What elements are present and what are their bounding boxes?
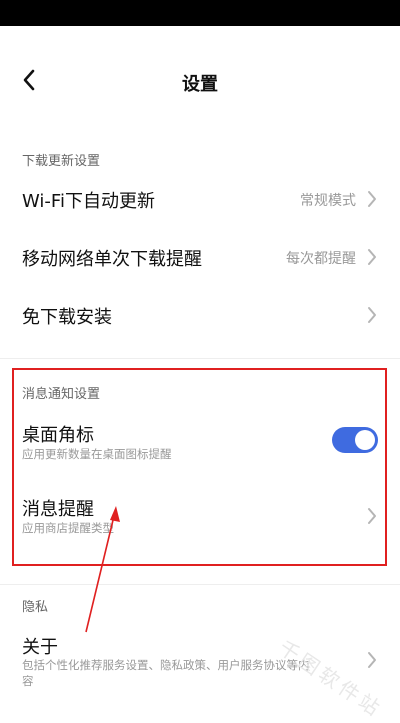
chevron-right-icon bbox=[366, 247, 378, 267]
setting-description: 包括个性化推荐服务设置、隐私政策、用户服务协议等内 bbox=[22, 658, 310, 672]
section-divider bbox=[0, 584, 400, 585]
setting-label: 免下载安装 bbox=[22, 307, 112, 328]
chevron-right-icon bbox=[366, 305, 378, 325]
setting-description-cont: 容 bbox=[22, 674, 34, 688]
setting-mobile-download-reminder[interactable]: 移动网络单次下载提醒 每次都提醒 bbox=[0, 234, 400, 280]
chevron-right-icon bbox=[366, 189, 378, 209]
setting-wifi-auto-update[interactable]: Wi-Fi下自动更新 常规模式 bbox=[0, 176, 400, 222]
section-title-download: 下载更新设置 bbox=[22, 154, 101, 169]
status-bar bbox=[0, 0, 400, 26]
chevron-right-icon bbox=[366, 650, 378, 670]
page-title: 设置 bbox=[182, 74, 218, 95]
setting-label: Wi-Fi下自动更新 bbox=[22, 191, 155, 212]
header: 设置 bbox=[0, 26, 400, 136]
section-title-privacy: 隐私 bbox=[22, 600, 49, 615]
setting-install-without-download[interactable]: 免下载安装 bbox=[0, 292, 400, 338]
annotation-highlight-box bbox=[12, 368, 387, 566]
setting-value: 常规模式 bbox=[300, 193, 356, 209]
section-divider bbox=[0, 358, 400, 359]
setting-value: 每次都提醒 bbox=[286, 251, 356, 267]
setting-label: 关于 bbox=[22, 637, 58, 658]
setting-label: 移动网络单次下载提醒 bbox=[22, 249, 202, 270]
